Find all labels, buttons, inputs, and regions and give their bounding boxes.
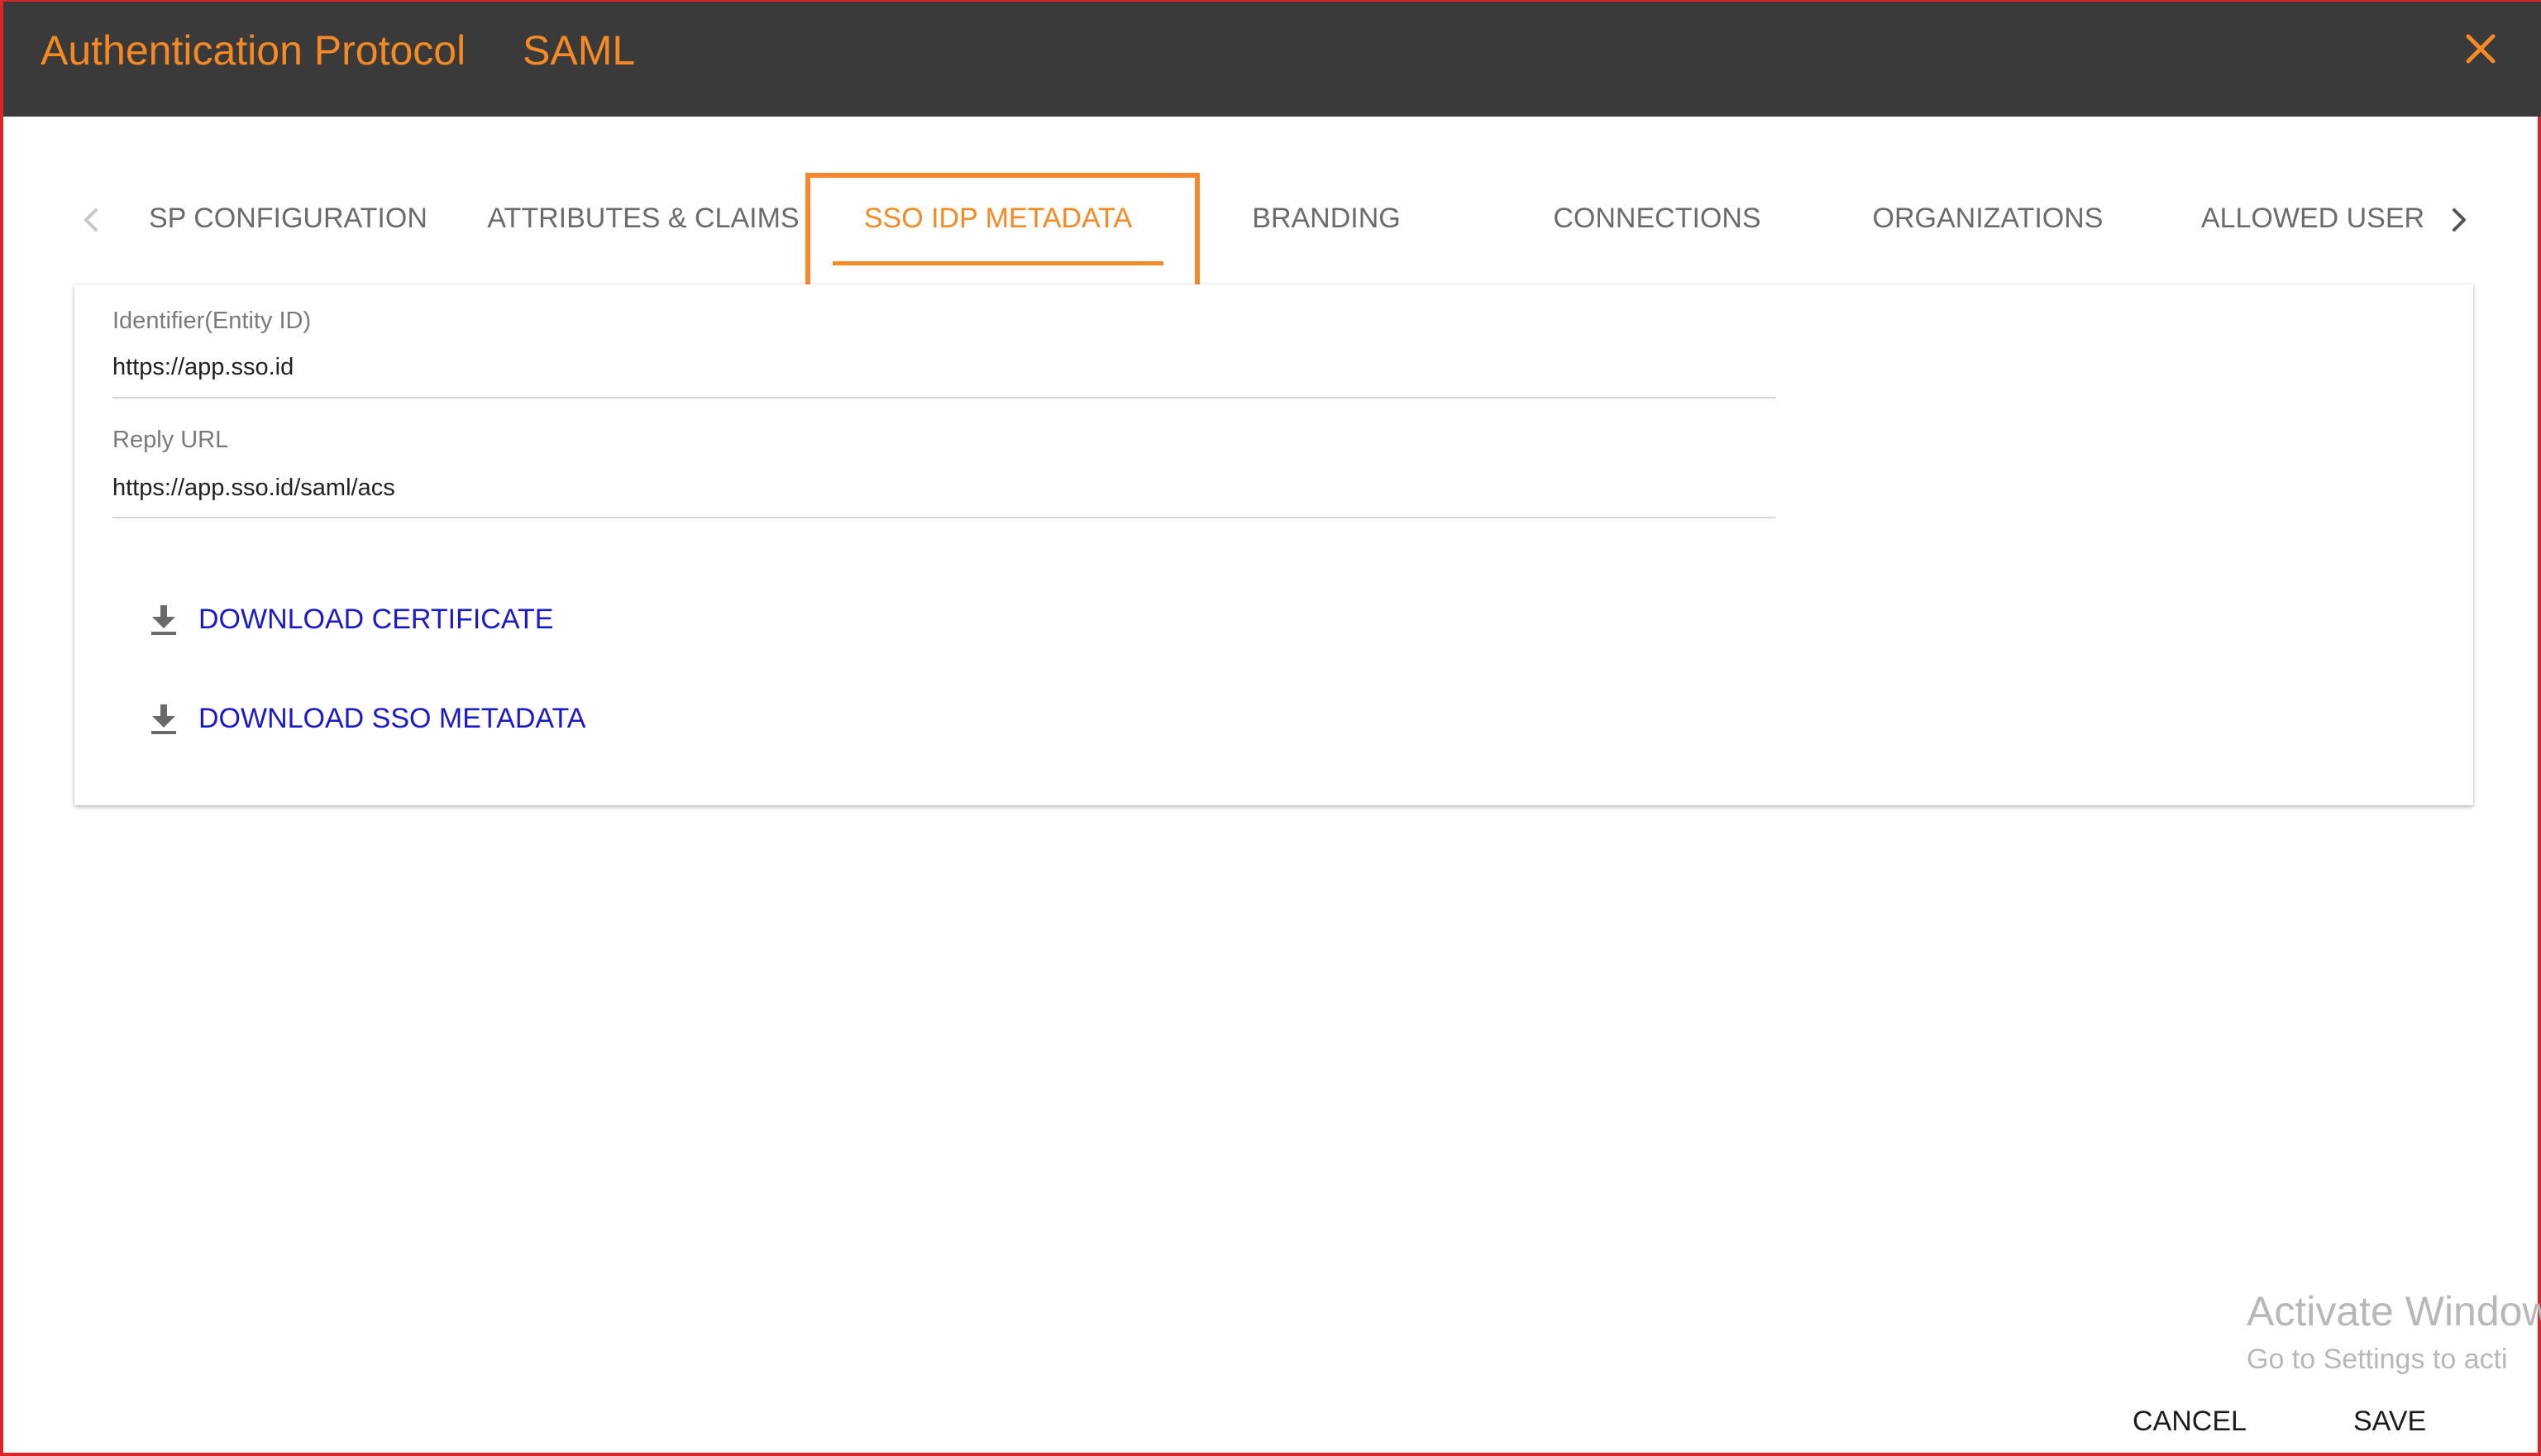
download-certificate-button[interactable]: DOWNLOAD CERTIFICATE — [149, 599, 612, 640]
cancel-button[interactable]: CANCEL — [2133, 1406, 2247, 1438]
metadata-card: Identifier(Entity ID) https://app.sso.id… — [74, 284, 2473, 805]
tab-allowed-user[interactable]: ALLOWED USER — [2189, 171, 2437, 266]
reply-url-underline — [112, 517, 1775, 518]
save-button[interactable]: SAVE — [2353, 1406, 2426, 1438]
highlight-box — [805, 173, 1200, 290]
dialog-window: Authentication Protocol SAML SP CONFIGUR… — [0, 0, 2541, 1456]
download-icon — [151, 704, 176, 734]
close-icon[interactable] — [2463, 31, 2498, 66]
download-sso-metadata-button[interactable]: DOWNLOAD SSO METADATA — [149, 698, 645, 739]
tab-sp-configuration[interactable]: SP CONFIGURATION — [149, 171, 427, 266]
chevron-right-icon[interactable] — [2446, 203, 2471, 236]
activation-watermark-subtitle: Go to Settings to acti — [2247, 1344, 2508, 1375]
tab-branding[interactable]: BRANDING — [1161, 171, 1492, 266]
tab-bar: SP CONFIGURATION ATTRIBUTES & CLAIMS SSO… — [69, 171, 2484, 266]
reply-url-field[interactable]: https://app.sso.id/saml/acs — [112, 475, 395, 502]
identifier-label: Identifier(Entity ID) — [112, 308, 312, 334]
download-sso-metadata-label: DOWNLOAD SSO METADATA — [198, 703, 586, 734]
protocol-name: SAML — [523, 27, 636, 74]
tab-connections[interactable]: CONNECTIONS — [1492, 171, 1822, 266]
dialog-header: Authentication Protocol SAML — [3, 2, 2541, 117]
download-icon — [151, 605, 176, 635]
reply-url-label: Reply URL — [112, 427, 229, 453]
tab-attributes-claims[interactable]: ATTRIBUTES & CLAIMS — [486, 171, 800, 266]
identifier-underline — [112, 397, 1775, 399]
activation-watermark-title: Activate Window — [2247, 1288, 2541, 1334]
identifier-field[interactable]: https://app.sso.id — [112, 354, 294, 381]
download-certificate-label: DOWNLOAD CERTIFICATE — [198, 604, 554, 635]
dialog-title: Authentication Protocol — [41, 27, 466, 74]
tab-organizations[interactable]: ORGANIZATIONS — [1822, 171, 2153, 266]
